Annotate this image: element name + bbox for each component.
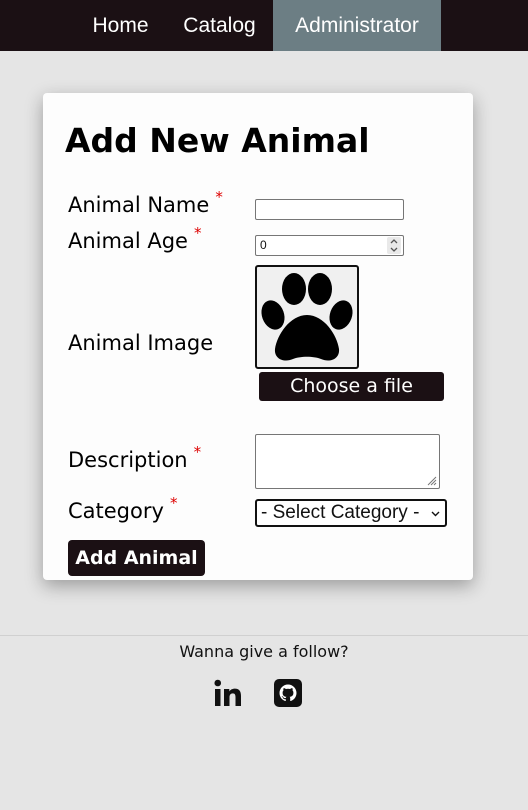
choose-file-button[interactable]: Choose a file (259, 372, 444, 401)
chevron-down-icon[interactable] (390, 246, 398, 254)
page-title: Add New Animal (65, 121, 370, 160)
footer-follow-text: Wanna give a follow? (179, 642, 349, 661)
resize-grip-icon[interactable] (425, 474, 437, 486)
add-animal-card: Add New Animal Animal Name * Animal Age * … (43, 93, 473, 580)
category-select[interactable]: - Select Category - (255, 499, 447, 527)
footer: Wanna give a follow? (0, 635, 528, 810)
animal-age-label: Animal Age * (68, 224, 202, 253)
linkedin-icon[interactable] (213, 678, 243, 708)
animal-age-input[interactable]: 0 (255, 235, 404, 256)
animal-image-preview (255, 265, 359, 369)
required-marker: * (215, 188, 223, 206)
chevron-down-icon (431, 511, 440, 517)
nav-home[interactable]: Home (75, 0, 166, 51)
description-label: Description * (68, 443, 202, 472)
animal-name-label: Animal Name * (68, 188, 223, 217)
required-marker: * (193, 224, 202, 242)
category-selected-value: - Select Category - (261, 502, 420, 523)
age-spinner[interactable] (387, 237, 401, 254)
chevron-up-icon[interactable] (390, 237, 398, 245)
animal-age-value: 0 (260, 238, 267, 252)
animal-image-label: Animal Image (68, 331, 214, 355)
nav-catalog[interactable]: Catalog (166, 0, 273, 51)
top-navbar: Home Catalog Administrator (0, 0, 528, 51)
required-marker: * (169, 494, 178, 512)
paw-print-icon (261, 273, 353, 361)
category-label: Category * (68, 494, 178, 523)
nav-administrator[interactable]: Administrator (273, 0, 441, 51)
github-icon[interactable] (273, 678, 303, 708)
description-textarea[interactable] (255, 434, 440, 489)
required-marker: * (193, 443, 202, 461)
add-animal-button[interactable]: Add Animal (68, 540, 205, 576)
animal-name-input[interactable] (255, 199, 404, 220)
